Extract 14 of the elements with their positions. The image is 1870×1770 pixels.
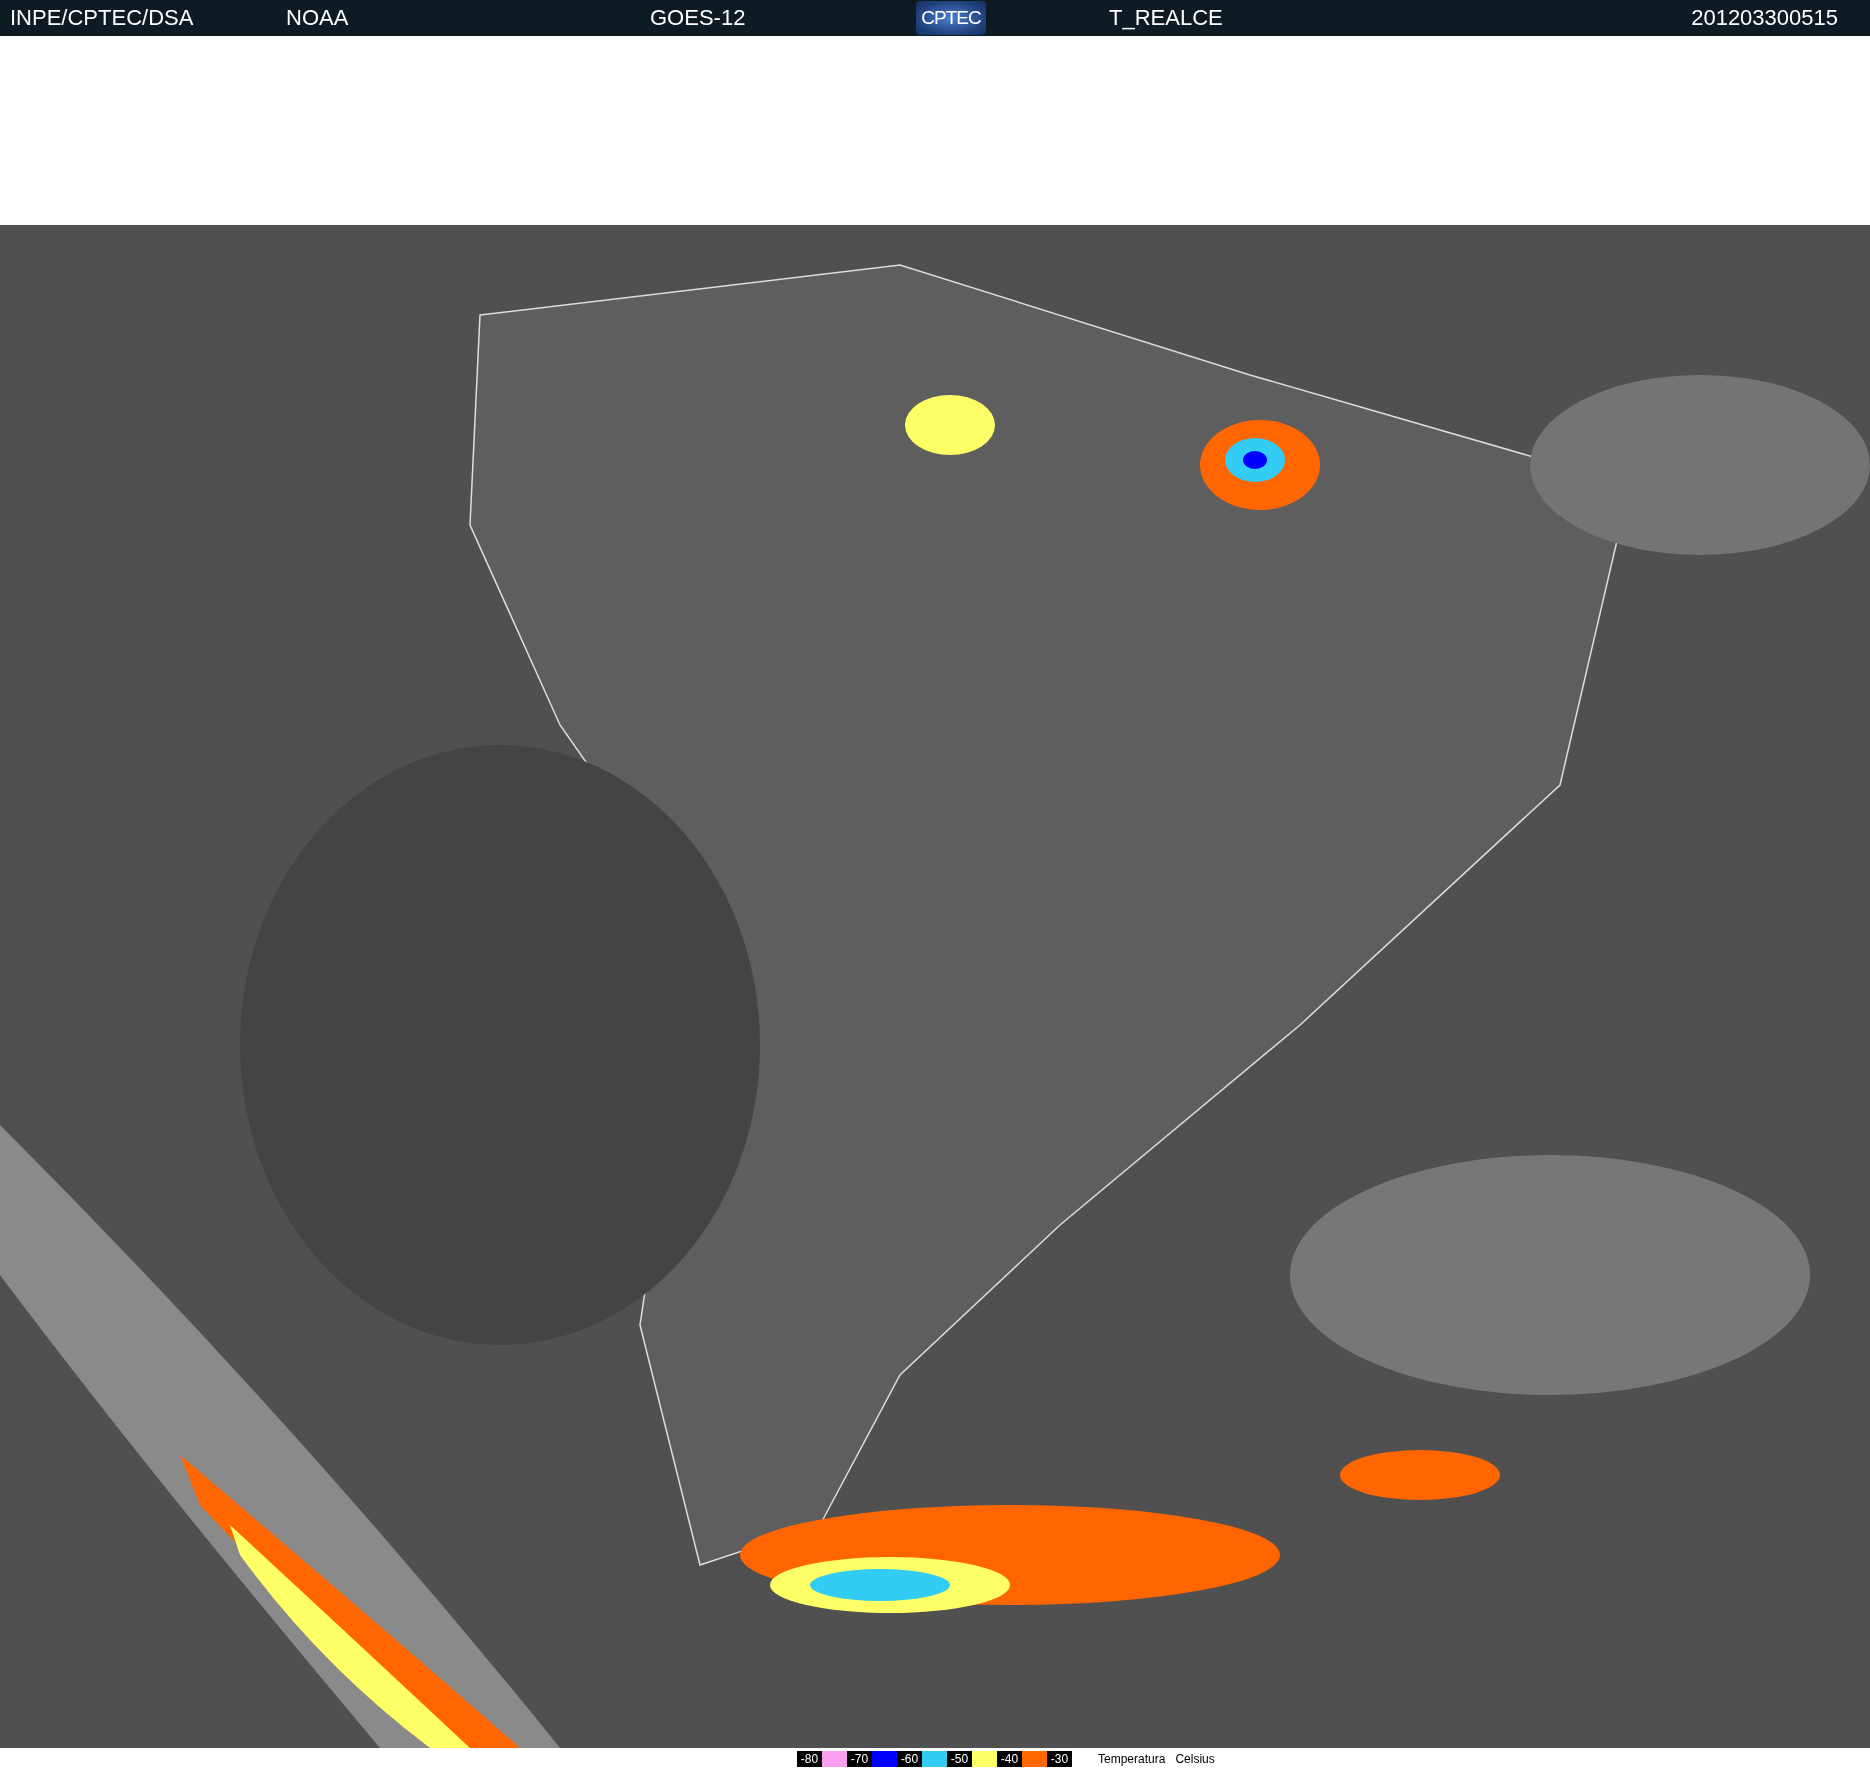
legend-label: -30 [1047, 1751, 1072, 1767]
logo: CPTEC [916, 1, 986, 35]
agency-label: NOAA [286, 5, 350, 31]
legend-title: Temperatura [1098, 1752, 1166, 1766]
legend-label: -40 [997, 1751, 1022, 1767]
legend-label: -80 [797, 1751, 822, 1767]
legend-label: -70 [847, 1751, 872, 1767]
product-label: T_REALCE [1109, 5, 1224, 31]
timestamp: 201203300515 [1691, 5, 1838, 31]
legend-unit: Celsius [1175, 1752, 1215, 1766]
satellite-label: GOES-12 [650, 5, 747, 31]
legend-label: -60 [897, 1751, 922, 1767]
source-label: INPE/CPTEC/DSA [10, 5, 195, 31]
legend-label: -50 [947, 1751, 972, 1767]
